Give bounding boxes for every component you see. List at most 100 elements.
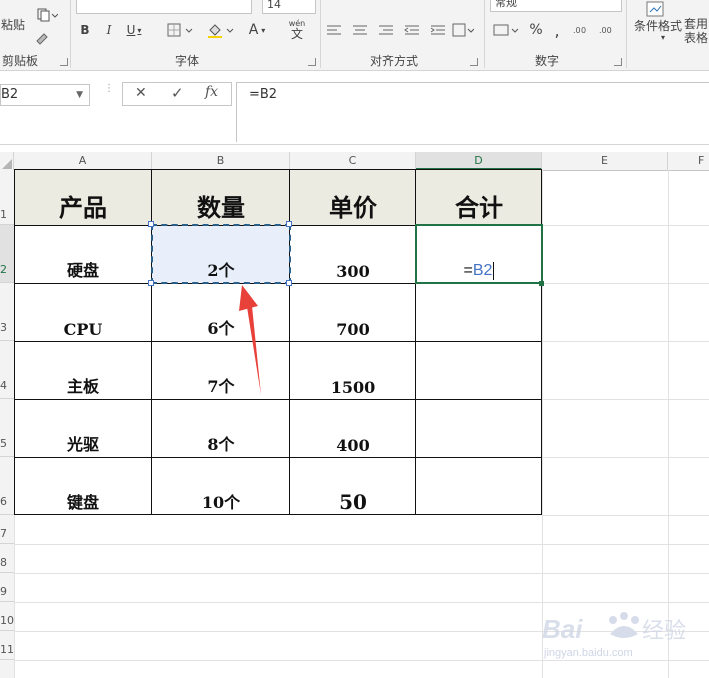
column-header-b[interactable]: B [152, 152, 290, 170]
cancel-formula-button[interactable]: ✕ [135, 85, 147, 101]
bold-button[interactable]: B [76, 20, 94, 40]
header-cell-quantity[interactable]: 数量 [152, 170, 290, 225]
font-name-dropdown[interactable] [76, 0, 252, 14]
row-header-10[interactable]: 10 [0, 602, 14, 631]
row-header-2[interactable]: 2 [0, 225, 14, 283]
percent-button[interactable]: % [526, 20, 546, 40]
cell-price[interactable]: 300 [290, 225, 416, 283]
row-header-8[interactable]: 8 [0, 544, 14, 573]
svg-text:0: 0 [581, 26, 586, 35]
font-color-button[interactable]: A ▾ [240, 20, 274, 40]
header-cell-product[interactable]: 产品 [14, 170, 152, 225]
font-launcher-icon[interactable] [308, 58, 316, 66]
header-cell-price[interactable]: 单价 [290, 170, 416, 225]
conditional-format-icon [640, 0, 670, 18]
comma-button[interactable]: , [550, 20, 564, 40]
alignment-launcher-icon[interactable] [470, 58, 478, 66]
decrease-decimal-icon[interactable]: .00 [598, 20, 620, 40]
paint-bucket-icon [208, 24, 234, 38]
row-header-5[interactable]: 5 [0, 399, 14, 457]
resize-handle[interactable] [148, 280, 154, 286]
number-format-dropdown[interactable]: 常规 [490, 0, 622, 12]
enter-formula-button[interactable]: ✓ [171, 84, 184, 102]
header-cell-total[interactable]: 合计 [416, 170, 542, 225]
phonetic-button[interactable]: wén 文 [282, 16, 312, 42]
cell-product[interactable]: 主板 [14, 341, 152, 399]
bold-label: B [80, 23, 90, 37]
select-all-corner[interactable] [0, 152, 14, 170]
increase-decimal-icon[interactable]: .0 0 [572, 20, 594, 40]
chevron-down-icon[interactable]: ▼ [76, 85, 83, 105]
cell-total[interactable] [416, 283, 542, 341]
cell-product[interactable]: 光驱 [14, 399, 152, 457]
cell-total[interactable] [416, 341, 542, 399]
gridline [542, 515, 709, 516]
cell-price[interactable]: 50 [290, 457, 416, 515]
fill-handle[interactable] [539, 281, 544, 286]
cell-total[interactable] [416, 457, 542, 515]
row-header-3[interactable]: 3 [0, 283, 14, 341]
number-launcher-icon[interactable] [614, 58, 622, 66]
row-header-11[interactable]: 11 [0, 631, 14, 660]
row-header-12[interactable] [0, 660, 14, 678]
merge-center-button[interactable] [450, 20, 476, 40]
accounting-format-button[interactable] [492, 20, 522, 40]
row-header-4[interactable]: 4 [0, 341, 14, 399]
formula-input[interactable]: =B2 [236, 82, 709, 142]
paste-button[interactable]: 粘贴 [0, 14, 26, 34]
decrease-indent-icon[interactable] [404, 24, 420, 36]
column-header-f[interactable]: F [668, 152, 709, 170]
conditional-format-button[interactable]: 条件格式 [628, 18, 688, 33]
table-border [14, 341, 542, 342]
table-border [14, 399, 542, 400]
clipboard-launcher-icon[interactable] [60, 58, 68, 66]
red-arrow-annotation [239, 285, 261, 395]
cell-product[interactable]: CPU [14, 283, 152, 341]
cell-product[interactable]: 硬盘 [14, 225, 152, 283]
format-painter-icon[interactable] [32, 28, 52, 46]
group-divider [484, 0, 485, 68]
format-as-table-button[interactable]: 套用 表格 [684, 14, 709, 48]
table-border [14, 514, 542, 515]
cell-product[interactable]: 键盘 [14, 457, 152, 515]
copy-icon[interactable] [32, 6, 62, 24]
increase-indent-icon[interactable] [430, 24, 446, 36]
currency-icon [493, 24, 519, 36]
cell-price[interactable]: 1500 [290, 341, 416, 399]
row-header-1[interactable]: 1 [0, 170, 14, 225]
table-border [14, 170, 15, 515]
row-header-6[interactable]: 6 [0, 457, 14, 515]
italic-button[interactable]: I [100, 20, 118, 40]
column-header-a[interactable]: A [14, 152, 152, 170]
name-box[interactable]: B2 ▼ [0, 84, 90, 106]
borders-button[interactable] [164, 20, 198, 40]
cell-price[interactable]: 700 [290, 283, 416, 341]
align-center-icon[interactable] [352, 24, 368, 36]
formula-bar-grip-icon[interactable]: ⋮ [104, 84, 114, 94]
column-header-e[interactable]: E [542, 152, 668, 170]
resize-handle[interactable] [286, 221, 292, 227]
formula-text: =B2 [249, 87, 278, 102]
column-header-d[interactable]: D [416, 152, 542, 170]
fill-color-button[interactable] [204, 20, 238, 40]
cell-total[interactable] [416, 399, 542, 457]
resize-handle[interactable] [286, 280, 292, 286]
group-label-alignment: 对齐方式 [370, 54, 419, 68]
resize-handle[interactable] [148, 221, 154, 227]
group-divider [320, 0, 321, 68]
align-right-icon[interactable] [378, 24, 394, 36]
row-header-7[interactable]: 7 [0, 515, 14, 544]
active-cell-border [415, 224, 543, 284]
cell-price[interactable]: 400 [290, 399, 416, 457]
underline-button[interactable]: U ▾ [120, 20, 148, 40]
gridline [542, 457, 709, 458]
column-header-c[interactable]: C [290, 152, 416, 170]
font-size-dropdown[interactable]: 14 [262, 0, 316, 14]
group-label-number: 数字 [535, 54, 560, 68]
formula-buttons: ✕ ✓ fx [122, 82, 232, 106]
cell-quantity[interactable]: 10个 [152, 457, 290, 515]
insert-function-button[interactable]: fx [205, 84, 218, 100]
align-left-icon[interactable] [326, 24, 342, 36]
cell-quantity[interactable]: 8个 [152, 399, 290, 457]
row-header-9[interactable]: 9 [0, 573, 14, 602]
